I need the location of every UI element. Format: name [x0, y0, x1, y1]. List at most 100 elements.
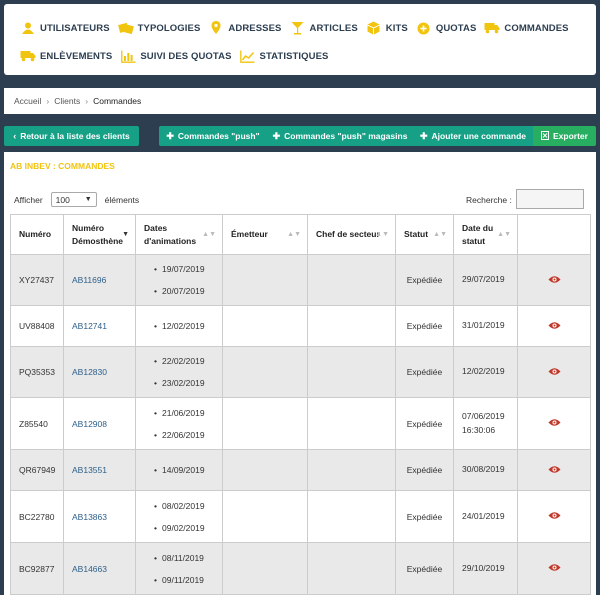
status-date: 07/06/2019	[462, 410, 505, 421]
eye-icon[interactable]	[548, 512, 561, 522]
nav-item-label: COMMANDES	[504, 22, 569, 34]
line-chart-icon	[240, 49, 256, 63]
header-emetteur[interactable]: Émetteur ▲▼	[222, 214, 308, 255]
demosthene-number[interactable]: AB13863	[72, 512, 107, 522]
cell-actions	[517, 490, 591, 543]
nav-item-statistiques[interactable]: STATISTIQUES	[240, 49, 329, 63]
header-chef-label: Chef de secteur	[316, 229, 380, 240]
nav-item-label: ARTICLES	[309, 22, 358, 34]
order-number: XY27437	[19, 275, 54, 285]
order-number: UV88408	[19, 321, 55, 331]
demosthene-number[interactable]: AB12908	[72, 419, 107, 429]
nav-item-label: SUIVI DES QUOTAS	[140, 50, 232, 62]
eye-icon[interactable]	[548, 275, 561, 286]
header-chef[interactable]: Chef de secteur ▲▼	[307, 214, 396, 255]
cell-chef	[307, 542, 396, 595]
search-label: Recherche :	[466, 195, 512, 205]
orders-panel: AB INBEV : COMMANDES Afficher 100 ▼ éléme…	[4, 152, 596, 595]
header-date-statut[interactable]: Date du statut ▲▼	[453, 214, 518, 255]
animation-date: 08/11/2019	[154, 547, 214, 569]
push-orders-button[interactable]: ✚ Commandes "push"	[159, 126, 267, 146]
animation-date: 12/02/2019	[154, 315, 214, 337]
push-stores-orders-button[interactable]: ✚ Commandes "push" magasins	[267, 126, 413, 146]
cell-statut: Expédiée	[395, 449, 454, 491]
demosthene-number[interactable]: AB11696	[72, 275, 106, 285]
cell-date-statut: 07/06/2019 16:30:06	[453, 397, 518, 450]
cell-emetteur	[222, 542, 308, 595]
animation-date: 22/06/2019	[154, 424, 214, 446]
nav-item-utilisateurs[interactable]: UTILISATEURS	[20, 21, 110, 35]
breadcrumb-separator: ›	[46, 96, 50, 106]
cell-dates: 08/11/201909/11/2019	[135, 542, 223, 595]
breadcrumb-clients[interactable]: Clients	[54, 96, 80, 106]
status-text: Expédiée	[406, 367, 443, 377]
caret-down-icon: ▼	[84, 196, 92, 203]
eye-icon[interactable]	[548, 564, 561, 574]
add-order-button[interactable]: ✚ Ajouter une commande	[413, 126, 533, 146]
nav-item-label: TYPOLOGIES	[137, 22, 201, 34]
cell-emetteur	[222, 397, 308, 450]
plus-circle-icon	[416, 21, 432, 35]
eye-icon[interactable]	[548, 321, 561, 332]
header-dates[interactable]: Dates d'animations ▲▼	[135, 214, 223, 255]
file-excel-icon	[541, 130, 550, 142]
header-demosthene[interactable]: Numéro Démosthène ▼	[63, 214, 136, 255]
cell-demosthene: AB12830	[63, 346, 136, 398]
table-row: UV88408 AB12741 12/02/2019 Expédiée 31/01/20…	[10, 305, 591, 347]
nav-item-label: KITS	[385, 22, 408, 34]
back-to-clients-button[interactable]: ‹ Retour à la liste des clients	[4, 126, 139, 146]
cell-demosthene: AB12741	[63, 305, 136, 347]
eye-icon[interactable]	[548, 419, 561, 429]
nav-item-label: QUOTAS	[435, 22, 477, 34]
status-text: Expédiée	[406, 418, 443, 429]
demosthene-number[interactable]: AB13551	[72, 465, 107, 475]
cell-chef	[307, 490, 396, 543]
nav-item-commandes[interactable]: COMMANDES	[484, 21, 569, 35]
eye-icon[interactable]	[548, 465, 561, 476]
bar-chart-icon	[120, 49, 136, 63]
status-date: 30/08/2019	[462, 464, 505, 475]
order-number: QR67949	[19, 465, 56, 475]
afficher-label: Afficher	[14, 194, 43, 205]
animation-dates-list: 19/07/201920/07/2019	[144, 258, 214, 302]
plus-icon: ✚	[272, 130, 281, 141]
order-number: Z85540	[19, 418, 48, 429]
sort-icon: ▲▼	[202, 230, 216, 238]
nav-item-suivi-des-quotas[interactable]: SUIVI DES QUOTAS	[120, 49, 231, 63]
demosthene-number[interactable]: AB12741	[72, 321, 107, 331]
animation-dates-list: 12/02/2019	[144, 315, 214, 337]
header-numero[interactable]: Numéro	[10, 214, 64, 255]
nav-item-adresses[interactable]: ADRESSES	[208, 21, 281, 35]
cell-emetteur	[222, 449, 308, 491]
status-text: Expédiée	[406, 321, 443, 331]
cell-dates: 08/02/201909/02/2019	[135, 490, 223, 543]
nav-item-enlèvements[interactable]: ENLÈVEMENTS	[20, 49, 112, 63]
nav-item-typologies[interactable]: TYPOLOGIES	[117, 21, 201, 35]
plus-icon: ✚	[166, 130, 174, 141]
cell-statut: Expédiée	[395, 305, 454, 347]
nav-item-label: UTILISATEURS	[40, 22, 110, 34]
search-input[interactable]	[516, 189, 584, 209]
nav-item-articles[interactable]: ARTICLES	[289, 21, 358, 35]
sort-icon: ▲▼	[433, 230, 447, 238]
breadcrumb-home[interactable]: Accueil	[14, 96, 41, 106]
header-emetteur-label: Émetteur	[231, 229, 268, 240]
table-row: BC22780 AB13863 08/02/201909/02/2019 Expédi…	[10, 490, 591, 543]
page-size-select[interactable]: 100 ▼	[50, 192, 97, 207]
push-button-label: Commandes "push"	[177, 131, 260, 141]
header-statut[interactable]: Statut ▲▼	[395, 214, 454, 255]
cell-statut: Expédiée	[395, 490, 454, 543]
cell-dates: 12/02/2019	[135, 305, 223, 347]
nav-item-quotas[interactable]: QUOTAS	[416, 21, 477, 35]
nav-item-kits[interactable]: KITS	[366, 21, 408, 35]
demosthene-number[interactable]: AB12830	[72, 367, 107, 377]
animation-dates-list: 21/06/201922/06/2019	[144, 402, 214, 446]
demosthene-number[interactable]: AB14663	[72, 564, 107, 574]
cell-statut: Expédiée	[395, 346, 454, 398]
eye-icon[interactable]	[548, 367, 561, 378]
cell-demosthene: AB13551	[63, 449, 136, 491]
export-button[interactable]: Exporter	[533, 126, 596, 146]
cell-chef	[307, 346, 396, 398]
status-text: Expédiée	[406, 511, 443, 522]
plus-icon: ✚	[419, 130, 428, 141]
